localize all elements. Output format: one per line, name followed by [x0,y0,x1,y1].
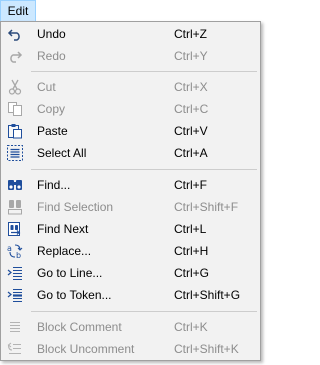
menu-item-label: Undo [37,27,66,41]
block-uncomment-icon [5,340,25,358]
menu-item-shortcut: Ctrl+X [174,80,208,94]
menu-item-shortcut: Ctrl+A [174,146,208,160]
menu-item-shortcut: Ctrl+F [174,178,207,192]
menu-item-replace[interactable]: ab Replace... Ctrl+H [3,240,258,262]
menu-item-shortcut: Ctrl+Z [174,27,207,41]
menu-item-go-to-token[interactable]: Go to Token... Ctrl+Shift+G [3,284,258,306]
menu-item-label: Block Comment [37,320,122,334]
menu-item-find-selection[interactable]: Find Selection Ctrl+Shift+F [3,196,258,218]
menu-item-find[interactable]: Find... Ctrl+F [3,174,258,196]
menu-item-find-next[interactable]: Find Next Ctrl+L [3,218,258,240]
menu-item-label: Select All [37,146,87,160]
edit-menu-button[interactable]: Edit [0,0,36,22]
paste-icon [5,122,25,140]
menu-separator [31,311,257,312]
menu-item-block-uncomment[interactable]: Block Uncomment Ctrl+Shift+K [3,338,258,360]
menu-item-shortcut: Ctrl+V [174,124,208,138]
svg-text:b: b [16,251,21,259]
menu-item-go-to-line[interactable]: Go to Line... Ctrl+G [3,262,258,284]
find-selection-icon [5,198,25,216]
undo-icon [5,25,25,43]
select-all-icon [5,144,25,162]
go-to-line-icon [5,264,25,282]
menu-item-select-all[interactable]: Select All Ctrl+A [3,142,258,164]
menu-item-shortcut: Ctrl+Shift+K [174,342,239,356]
edit-menu-dropdown: Undo Ctrl+Z Redo Ctrl+Y Cut Ctrl+X Copy … [0,21,261,361]
menu-item-label: Block Uncomment [37,342,135,356]
menu-item-shortcut: Ctrl+L [174,222,207,236]
menu-item-label: Paste [37,124,68,138]
menu-item-shortcut: Ctrl+K [174,320,208,334]
menu-item-copy[interactable]: Copy Ctrl+C [3,98,258,120]
copy-icon [5,100,25,118]
menu-item-undo[interactable]: Undo Ctrl+Z [3,23,258,45]
svg-text:a: a [7,244,12,253]
menu-item-label: Find... [37,178,71,192]
menu-item-shortcut: Ctrl+Shift+G [174,288,241,302]
find-icon [5,176,25,194]
menu-item-shortcut: Ctrl+Y [174,49,208,63]
menu-item-label: Replace... [37,244,92,258]
cut-icon [5,78,25,96]
replace-icon: ab [5,242,25,260]
menu-item-cut[interactable]: Cut Ctrl+X [3,76,258,98]
menu-item-shortcut: Ctrl+H [174,244,209,258]
menu-item-label: Find Selection [37,200,114,214]
edit-menu-label: Edit [7,4,29,18]
menu-item-shortcut: Ctrl+C [174,102,209,116]
menu-item-label: Copy [37,102,66,116]
menu-item-label: Cut [37,80,56,94]
find-next-icon [5,220,25,238]
menu-item-label: Go to Line... [37,266,103,280]
menu-item-block-comment[interactable]: Block Comment Ctrl+K [3,316,258,338]
go-to-token-icon [5,286,25,304]
block-comment-icon [5,318,25,336]
menu-separator [31,71,257,72]
menu-separator [31,169,257,170]
menu-item-paste[interactable]: Paste Ctrl+V [3,120,258,142]
menu-item-label: Find Next [37,222,89,236]
menu-item-redo[interactable]: Redo Ctrl+Y [3,45,258,67]
menu-item-label: Go to Token... [37,288,112,302]
menu-item-shortcut: Ctrl+Shift+F [174,200,239,214]
menu-item-shortcut: Ctrl+G [174,266,210,280]
redo-icon [5,47,25,65]
menu-item-label: Redo [37,49,66,63]
